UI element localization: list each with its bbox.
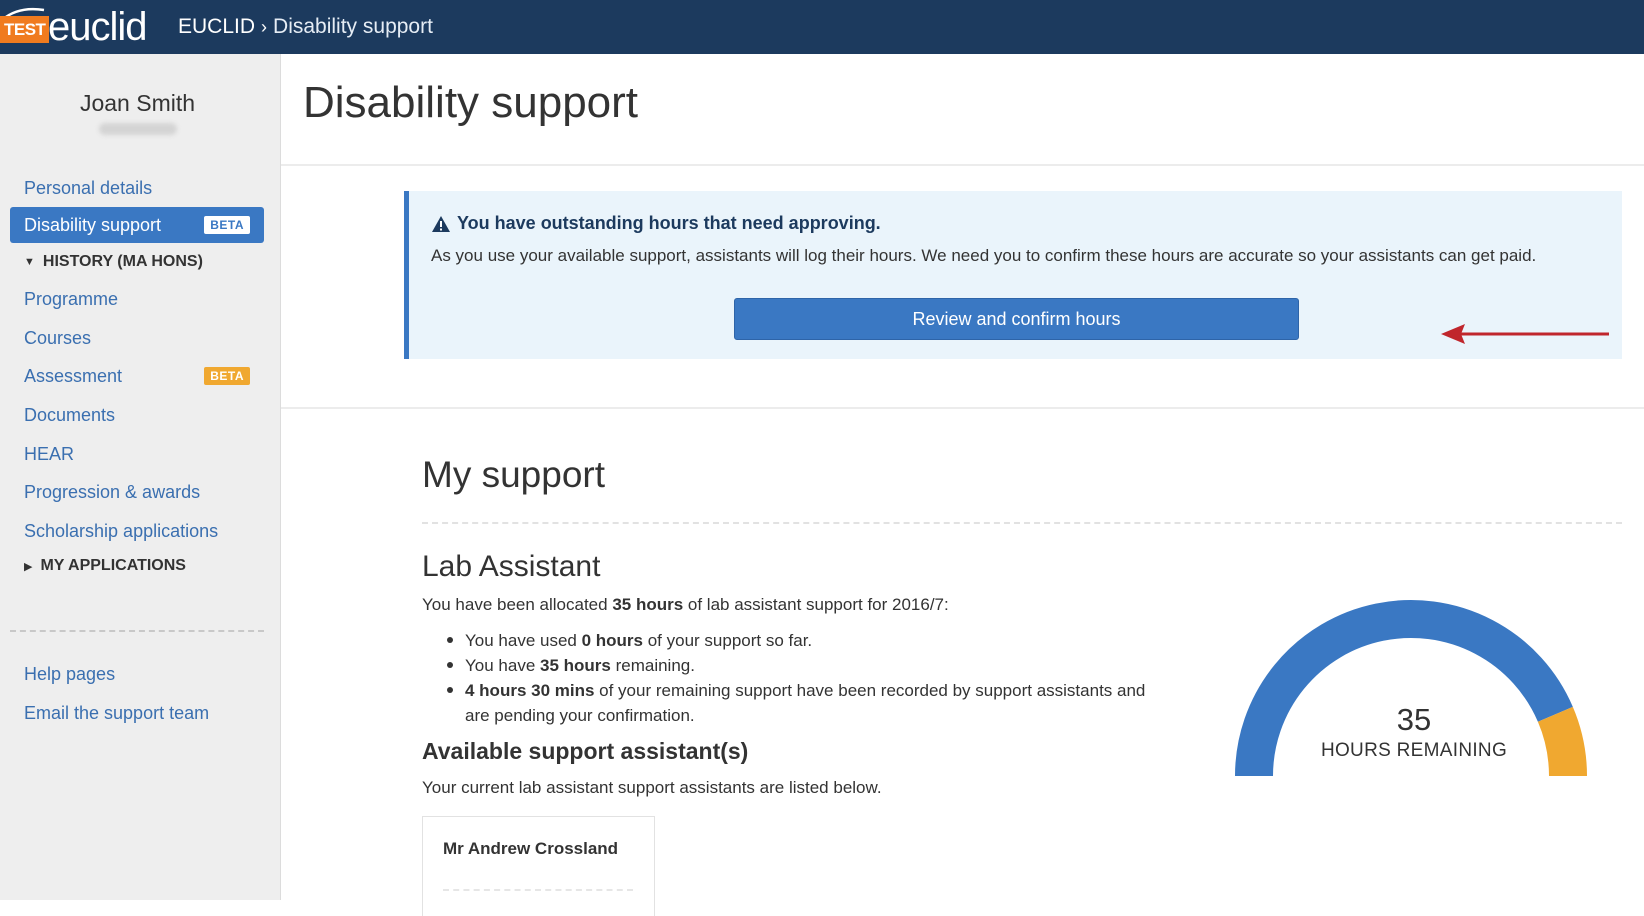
breadcrumb: EUCLID › Disability support xyxy=(178,15,433,39)
sidebar-item-progression-awards[interactable]: Progression & awards xyxy=(10,474,264,510)
list-item-text: of your support so far. xyxy=(643,631,813,650)
list-item-text: You have used xyxy=(465,631,582,650)
section-divider xyxy=(281,407,1644,409)
list-item-text: You have xyxy=(465,656,540,675)
gauge-value: 35 xyxy=(1396,702,1432,737)
dashed-divider xyxy=(422,522,1622,524)
euclid-logo[interactable]: TEST euclid xyxy=(0,0,152,54)
list-item-strong: 0 hours xyxy=(581,631,643,650)
sidebar-item-label: Scholarship applications xyxy=(24,520,219,541)
warning-icon xyxy=(432,215,450,232)
list-item: 4 hours 30 mins of your remaining suppor… xyxy=(447,678,1167,728)
breadcrumb-separator-icon: › xyxy=(261,16,268,37)
caret-down-icon: ▼ xyxy=(24,256,35,268)
sidebar-item-label: Programme xyxy=(24,288,119,309)
assistant-card[interactable]: Mr Andrew Crossland xyxy=(422,816,655,916)
list-item-strong: 35 hours xyxy=(540,656,611,675)
alert-heading-text: You have outstanding hours that need app… xyxy=(457,213,881,233)
page-title: Disability support xyxy=(303,78,639,127)
beta-badge: BETA xyxy=(204,367,250,385)
top-bar: TEST euclid EUCLID › Disability support xyxy=(0,0,1644,54)
user-name: Joan Smith xyxy=(79,90,196,116)
allocation-summary: You have been allocated 35 hours of lab … xyxy=(422,595,949,615)
review-confirm-hours-button[interactable]: Review and confirm hours xyxy=(734,298,1299,340)
sidebar-item-courses[interactable]: Courses xyxy=(10,320,264,356)
sidebar-item-scholarship-applications[interactable]: Scholarship applications xyxy=(10,513,264,549)
sidebar-item-label: HEAR xyxy=(24,443,75,464)
sidebar-item-label: Assessment xyxy=(24,365,123,386)
sidebar-item-label: Progression & awards xyxy=(24,481,201,502)
sidebar-item-documents[interactable]: Documents xyxy=(10,397,264,433)
allocation-hours: 35 hours xyxy=(612,595,684,614)
allocation-pre: You have been allocated xyxy=(422,595,613,614)
sidebar: Joan Smith Personal details Disability s… xyxy=(0,54,281,900)
card-divider xyxy=(443,889,633,891)
sidebar-section-history[interactable]: ▼ HISTORY (MA HONS) xyxy=(24,247,203,277)
sidebar-item-label: Documents xyxy=(24,404,116,425)
lab-assistant-heading: Lab Assistant xyxy=(422,550,601,583)
alert-body: As you use your available support, assis… xyxy=(431,246,1537,265)
sidebar-section-label: MY APPLICATIONS xyxy=(40,557,186,574)
sidebar-section-label: HISTORY (MA HONS) xyxy=(42,253,203,270)
sidebar-divider xyxy=(10,630,264,632)
sidebar-item-label: Disability support xyxy=(24,214,162,235)
user-id-redacted xyxy=(99,123,177,135)
test-badge: TEST xyxy=(0,16,50,43)
list-item: You have used 0 hours of your support so… xyxy=(447,628,1167,653)
sidebar-item-label: Courses xyxy=(24,327,92,348)
list-item-text: remaining. xyxy=(610,656,695,675)
outstanding-hours-alert: You have outstanding hours that need app… xyxy=(404,191,1622,359)
sidebar-item-hear[interactable]: HEAR xyxy=(10,436,264,472)
sidebar-item-help-pages[interactable]: Help pages xyxy=(10,656,264,692)
alert-heading: You have outstanding hours that need app… xyxy=(431,213,881,234)
list-item: You have 35 hours remaining. xyxy=(447,653,1167,678)
sidebar-section-my-applications[interactable]: ▶ MY APPLICATIONS xyxy=(24,551,186,581)
list-item-strong: 4 hours 30 mins xyxy=(465,681,595,700)
my-support-heading: My support xyxy=(422,454,606,495)
main-content: Disability support You have outstanding … xyxy=(281,54,1644,916)
red-arrow-icon xyxy=(1441,324,1609,344)
caret-right-icon: ▶ xyxy=(24,560,33,573)
available-assistants-description: Your current lab assistant support assis… xyxy=(422,778,882,797)
available-assistants-heading: Available support assistant(s) xyxy=(422,738,749,764)
sidebar-item-label: Personal details xyxy=(24,177,153,198)
sidebar-item-assessment[interactable]: Assessment BETA xyxy=(10,358,264,394)
title-divider xyxy=(281,164,1644,166)
sidebar-item-personal-details[interactable]: Personal details xyxy=(10,170,264,206)
sidebar-item-programme[interactable]: Programme xyxy=(10,281,264,317)
sidebar-item-label: Help pages xyxy=(24,663,116,684)
beta-badge: BETA xyxy=(204,216,250,234)
assistant-name: Mr Andrew Crossland xyxy=(443,839,619,858)
allocation-post: of lab assistant support for 2016/7: xyxy=(683,595,949,614)
breadcrumb-current: Disability support xyxy=(273,15,433,38)
sidebar-item-email-support[interactable]: Email the support team xyxy=(10,695,264,731)
gauge-label: HOURS REMAINING xyxy=(1320,740,1508,761)
sidebar-item-label: Email the support team xyxy=(24,702,210,723)
support-usage-list: You have used 0 hours of your support so… xyxy=(447,628,1167,728)
breadcrumb-root[interactable]: EUCLID xyxy=(178,15,255,39)
euclid-wordmark: euclid xyxy=(48,5,148,49)
sidebar-item-disability-support[interactable]: Disability support BETA xyxy=(10,207,264,243)
